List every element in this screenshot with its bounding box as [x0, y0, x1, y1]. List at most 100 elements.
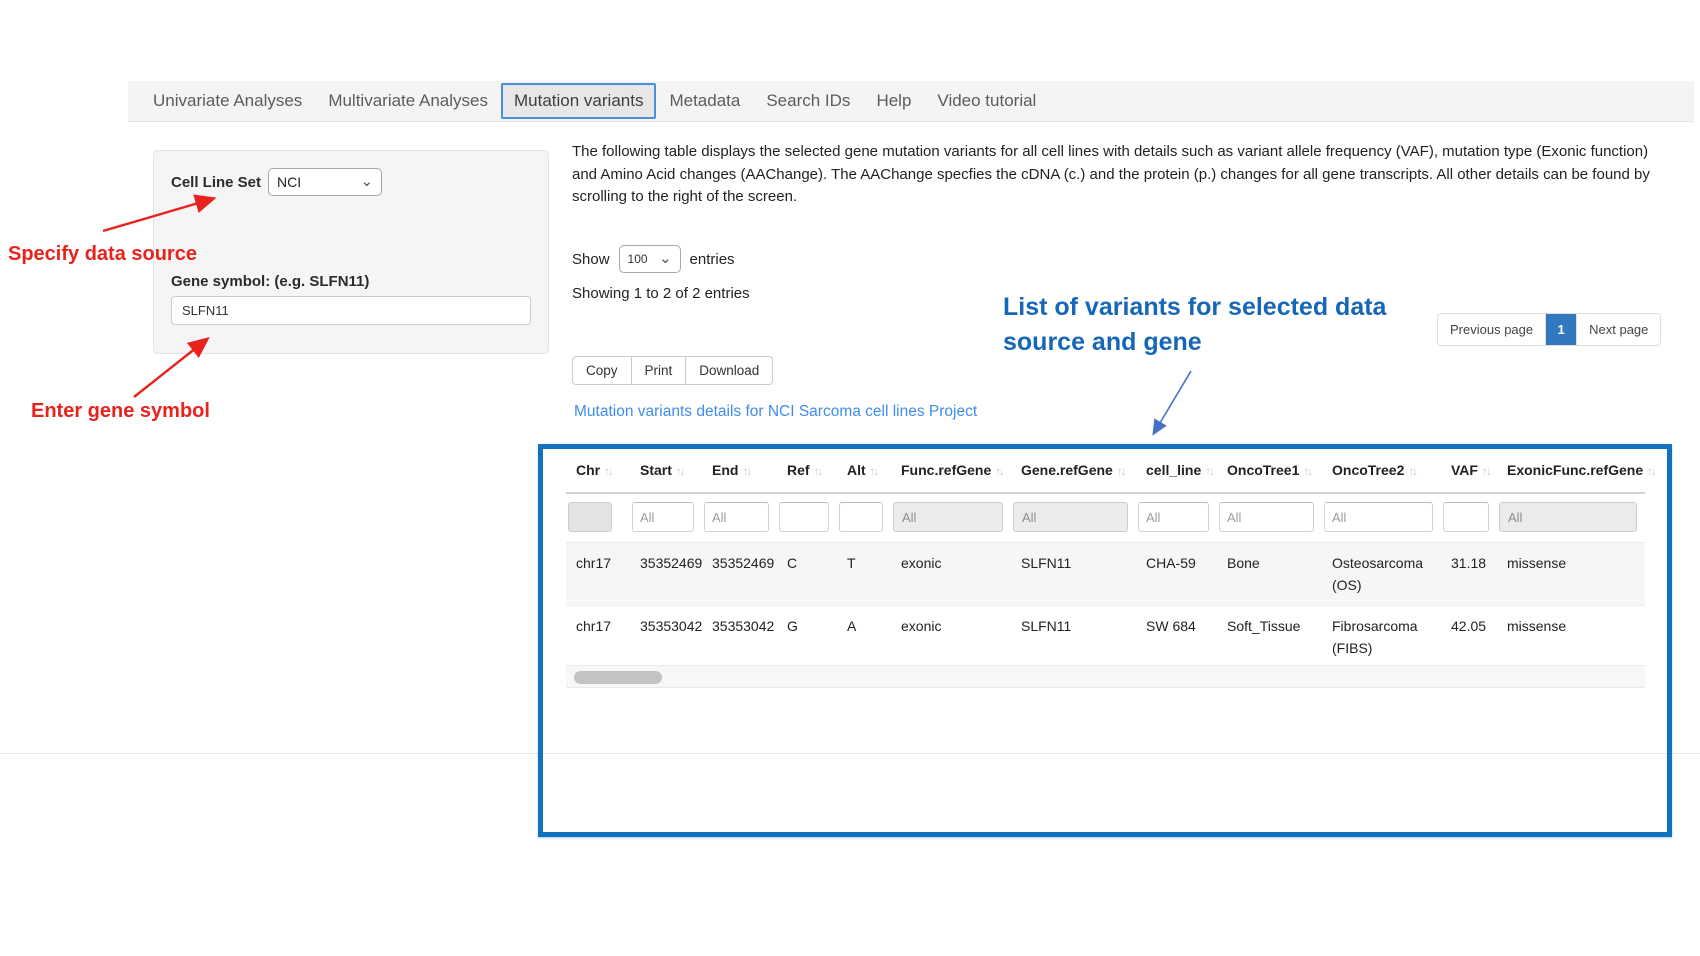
cell-gene-refgene: SLFN11 [1011, 606, 1136, 669]
tab-univariate-analyses[interactable]: Univariate Analyses [140, 83, 315, 119]
filter-chr[interactable] [568, 502, 612, 532]
table-description: The following table displays the selecte… [572, 141, 1654, 209]
column-label: End [712, 462, 738, 478]
entries-per-page-value: 100 [628, 252, 648, 266]
annotation-list-of-variants: List of variants for selected data sourc… [1003, 290, 1423, 359]
sort-icon[interactable]: ↑↓ [742, 466, 750, 478]
gene-symbol-input[interactable] [171, 296, 531, 325]
cell-vaf: 31.18 [1441, 543, 1497, 606]
column-label: Ref [787, 462, 810, 478]
table-row[interactable]: chr17 35353042 35353042 G A exonic SLFN1… [566, 606, 1645, 669]
cell-line-set-select[interactable]: NCI ⌄ [268, 168, 382, 196]
table-filter-row: All All All [566, 493, 1645, 543]
cell-line-set-label: Cell Line Set [171, 174, 261, 191]
cell-ref: C [777, 543, 837, 606]
top-navbar: Univariate Analyses Multivariate Analyse… [128, 81, 1694, 122]
cell-start: 35352469 [630, 543, 702, 606]
copy-button[interactable]: Copy [572, 356, 632, 385]
tab-multivariate-analyses[interactable]: Multivariate Analyses [315, 83, 501, 119]
cell-gene-refgene: SLFN11 [1011, 543, 1136, 606]
sort-icon[interactable]: ↑↓ [604, 466, 612, 478]
cell-cell-line: SW 684 [1136, 606, 1217, 669]
column-label: OncoTree1 [1227, 462, 1299, 478]
column-header-cell-line[interactable]: cell_line ↑↓ [1136, 450, 1217, 493]
filter-alt[interactable] [839, 502, 883, 532]
chevron-down-icon: ⌄ [659, 254, 672, 264]
showing-entries-status: Showing 1 to 2 of 2 entries [572, 285, 750, 302]
filter-ref[interactable] [779, 502, 829, 532]
previous-page-button[interactable]: Previous page [1438, 314, 1545, 345]
sort-icon[interactable]: ↑↓ [1303, 466, 1311, 478]
column-header-func-refgene[interactable]: Func.refGene ↑↓ [891, 450, 1011, 493]
filter-oncotree2[interactable] [1324, 502, 1433, 532]
cell-func-refgene: exonic [891, 606, 1011, 669]
cell-cell-line: CHA-59 [1136, 543, 1217, 606]
cell-ref: G [777, 606, 837, 669]
column-label: Func.refGene [901, 462, 991, 478]
print-button[interactable]: Print [631, 356, 687, 385]
filter-end[interactable] [704, 502, 769, 532]
table-title-link[interactable]: Mutation variants details for NCI Sarcom… [574, 403, 977, 421]
sort-icon[interactable]: ↑↓ [676, 466, 684, 478]
tab-help[interactable]: Help [863, 83, 924, 119]
sort-icon[interactable]: ↑↓ [814, 466, 822, 478]
sort-icon[interactable]: ↑↓ [1117, 466, 1125, 478]
filter-vaf[interactable] [1443, 502, 1489, 532]
column-header-ref[interactable]: Ref ↑↓ [777, 450, 837, 493]
sort-icon[interactable]: ↑↓ [870, 466, 878, 478]
column-label: VAF [1451, 462, 1478, 478]
column-header-chr[interactable]: Chr↑↓ [566, 450, 630, 493]
tab-metadata[interactable]: Metadata [656, 83, 753, 119]
cell-end: 35353042 [702, 606, 777, 669]
cell-exonicfunc-refgene: missense [1497, 606, 1645, 669]
sort-icon[interactable]: ↑↓ [1482, 466, 1490, 478]
tab-video-tutorial[interactable]: Video tutorial [924, 83, 1049, 119]
tab-search-ids[interactable]: Search IDs [753, 83, 863, 119]
table-row[interactable]: chr17 35352469 35352469 C T exonic SLFN1… [566, 543, 1645, 606]
column-header-vaf[interactable]: VAF ↑↓ [1441, 450, 1497, 493]
column-header-oncotree1[interactable]: OncoTree1 ↑↓ [1217, 450, 1322, 493]
export-button-group: Copy Print Download [572, 356, 773, 385]
filter-exonicfunc-refgene[interactable]: All [1499, 502, 1637, 532]
column-header-start[interactable]: Start↑↓ [630, 450, 702, 493]
cell-func-refgene: exonic [891, 543, 1011, 606]
horizontal-scrollbar-track[interactable] [566, 665, 1645, 688]
blue-arrow-to-table [1154, 371, 1191, 433]
cell-vaf: 42.05 [1441, 606, 1497, 669]
annotation-specify-data-source: Specify data source [8, 243, 197, 266]
horizontal-scrollbar-thumb[interactable] [574, 671, 662, 684]
show-entries-control: Show 100 ⌄ entries [572, 245, 735, 273]
filter-cell-line[interactable] [1138, 502, 1209, 532]
column-header-oncotree2[interactable]: OncoTree2 ↑↓ [1322, 450, 1441, 493]
column-label: Alt [847, 462, 866, 478]
sort-icon[interactable]: ↑↓ [1205, 466, 1213, 478]
sort-icon[interactable]: ↑↓ [1408, 466, 1416, 478]
sort-icon[interactable]: ↑↓ [995, 466, 1003, 478]
filter-func-refgene[interactable]: All [893, 502, 1003, 532]
filter-oncotree1[interactable] [1219, 502, 1314, 532]
cell-start: 35353042 [630, 606, 702, 669]
page-1-button[interactable]: 1 [1545, 314, 1576, 345]
column-label: cell_line [1146, 462, 1201, 478]
cell-line-set-selected-value: NCI [277, 174, 301, 190]
cell-oncotree2: Osteosarcoma (OS) [1322, 543, 1441, 606]
sort-icon[interactable]: ↑↓ [1647, 466, 1655, 478]
download-button[interactable]: Download [685, 356, 773, 385]
pagination: Previous page 1 Next page [1437, 313, 1661, 346]
column-label: ExonicFunc.refGene [1507, 462, 1643, 478]
tab-mutation-variants[interactable]: Mutation variants [501, 83, 656, 119]
entries-per-page-select[interactable]: 100 ⌄ [619, 245, 681, 273]
filter-start[interactable] [632, 502, 694, 532]
column-header-end[interactable]: End ↑↓ [702, 450, 777, 493]
filter-gene-refgene[interactable]: All [1013, 502, 1128, 532]
cell-alt: A [837, 606, 891, 669]
column-header-alt[interactable]: Alt ↑↓ [837, 450, 891, 493]
next-page-button[interactable]: Next page [1576, 314, 1660, 345]
input-panel: Cell Line Set NCI ⌄ Gene symbol: (e.g. S… [153, 150, 549, 354]
column-header-exonicfunc-refgene[interactable]: ExonicFunc.refGene↑↓ [1497, 450, 1645, 493]
cell-alt: T [837, 543, 891, 606]
column-label: OncoTree2 [1332, 462, 1404, 478]
cell-chr: chr17 [566, 543, 630, 606]
column-header-gene-refgene[interactable]: Gene.refGene ↑↓ [1011, 450, 1136, 493]
column-label: Gene.refGene [1021, 462, 1113, 478]
